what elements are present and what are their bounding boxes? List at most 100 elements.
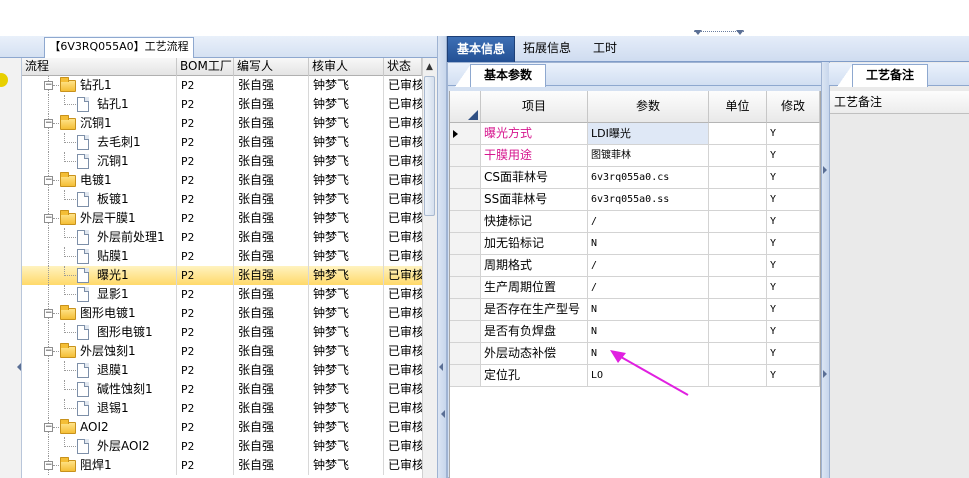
row-indicator[interactable] — [450, 167, 481, 189]
collapse-arrow-icon[interactable] — [439, 363, 443, 371]
param-modify-cell[interactable]: Y — [767, 211, 820, 233]
row-indicator[interactable] — [450, 321, 481, 343]
param-modify-cell[interactable]: Y — [767, 123, 820, 145]
tree-row[interactable]: 曝光1 P2 张自强 钟梦飞 已审核 — [22, 266, 422, 285]
param-unit-cell[interactable] — [709, 211, 767, 233]
tree-row[interactable]: − AOI2 P2 张自强 钟梦飞 已审核 — [22, 418, 422, 437]
param-unit-cell[interactable] — [709, 343, 767, 365]
params-row[interactable]: 干膜用途 图镀菲林 Y — [450, 145, 820, 167]
param-unit-cell[interactable] — [709, 233, 767, 255]
param-value-cell[interactable]: / — [588, 277, 709, 299]
tab-basic-info[interactable]: 基本信息 — [447, 36, 515, 64]
param-modify-cell[interactable]: Y — [767, 189, 820, 211]
tab-basic-params[interactable]: 基本参数 — [470, 64, 546, 87]
param-value-cell[interactable]: N — [588, 299, 709, 321]
params-row[interactable]: 是否有负焊盘 N Y — [450, 321, 820, 343]
param-value-cell[interactable]: N — [588, 321, 709, 343]
tree-row[interactable]: 退锡1 P2 张自强 钟梦飞 已审核 — [22, 399, 422, 418]
param-unit-cell[interactable] — [709, 167, 767, 189]
collapse-arrow-icon[interactable] — [823, 166, 827, 174]
param-unit-cell[interactable] — [709, 189, 767, 211]
row-indicator[interactable] — [450, 211, 481, 233]
tree-row[interactable]: 碱性蚀刻1 P2 张自强 钟梦飞 已审核 — [22, 380, 422, 399]
row-indicator[interactable] — [450, 123, 481, 145]
row-indicator[interactable] — [450, 299, 481, 321]
tree-row[interactable]: − 电镀1 P2 张自强 钟梦飞 已审核 — [22, 171, 422, 190]
param-unit-cell[interactable] — [709, 299, 767, 321]
param-unit-cell[interactable] — [709, 365, 767, 387]
param-value-cell[interactable]: / — [588, 211, 709, 233]
params-row[interactable]: CS面菲林号 6v3rq055a0.cs Y — [450, 167, 820, 189]
row-indicator[interactable] — [450, 189, 481, 211]
tree-node[interactable]: 沉铜1 — [22, 152, 177, 171]
collapse-toggle-icon[interactable]: − — [44, 81, 53, 90]
column-header-bom[interactable]: BOM工厂 — [177, 58, 234, 76]
collapse-arrow-icon[interactable] — [736, 30, 744, 35]
collapse-toggle-icon[interactable]: − — [44, 309, 53, 318]
column-header-modify[interactable]: 修改 — [767, 91, 820, 123]
params-row[interactable]: 加无铅标记 N Y — [450, 233, 820, 255]
column-header-flow[interactable]: 流程 — [22, 58, 177, 76]
tree-node[interactable]: 外层AOI2 — [22, 437, 177, 456]
row-indicator[interactable] — [450, 277, 481, 299]
param-unit-cell[interactable] — [709, 321, 767, 343]
param-modify-cell[interactable]: Y — [767, 277, 820, 299]
tree-row[interactable]: − 外层干膜1 P2 张自强 钟梦飞 已审核 — [22, 209, 422, 228]
param-value-cell[interactable]: 6v3rq055a0.ss — [588, 189, 709, 211]
param-value-cell[interactable]: N — [588, 233, 709, 255]
param-unit-cell[interactable] — [709, 277, 767, 299]
tree-row[interactable]: 外层AOI2 P2 张自强 钟梦飞 已审核 — [22, 437, 422, 456]
collapse-arrow-icon[interactable] — [441, 410, 445, 418]
tree-row[interactable]: 外层前处理1 P2 张自强 钟梦飞 已审核 — [22, 228, 422, 247]
tree-node[interactable]: − 沉铜1 — [22, 114, 177, 133]
tab-extended-info[interactable]: 拓展信息 — [516, 36, 578, 62]
param-modify-cell[interactable]: Y — [767, 145, 820, 167]
param-modify-cell[interactable]: Y — [767, 365, 820, 387]
collapse-toggle-icon[interactable]: − — [44, 423, 53, 432]
tree-row[interactable]: 图形电镀1 P2 张自强 钟梦飞 已审核 — [22, 323, 422, 342]
tree-node[interactable]: − 外层干膜1 — [22, 209, 177, 228]
params-row[interactable]: SS面菲林号 6v3rq055a0.ss Y — [450, 189, 820, 211]
collapse-toggle-icon[interactable]: − — [44, 119, 53, 128]
tree-row[interactable]: − 图形电镀1 P2 张自强 钟梦飞 已审核 — [22, 304, 422, 323]
tree-node[interactable]: 板镀1 — [22, 190, 177, 209]
param-unit-cell[interactable] — [709, 255, 767, 277]
param-modify-cell[interactable]: Y — [767, 255, 820, 277]
tree-node[interactable]: − 钻孔1 — [22, 76, 177, 95]
tree-node[interactable]: 外层前处理1 — [22, 228, 177, 247]
params-row[interactable]: 曝光方式 LDI曝光 Y — [450, 123, 820, 145]
param-value-cell[interactable]: 图镀菲林 — [588, 145, 709, 167]
param-modify-cell[interactable]: Y — [767, 167, 820, 189]
row-indicator[interactable] — [450, 145, 481, 167]
tab-work-hours[interactable]: 工时 — [585, 36, 625, 62]
tree-node[interactable]: 图形电镀1 — [22, 323, 177, 342]
tree-node[interactable]: 显影1 — [22, 285, 177, 304]
tree-row[interactable]: 退膜1 P2 张自强 钟梦飞 已审核 — [22, 361, 422, 380]
collapse-toggle-icon[interactable]: − — [44, 214, 53, 223]
column-header-status[interactable]: 状态 — [384, 58, 422, 76]
tree-node[interactable]: − 图形电镀1 — [22, 304, 177, 323]
row-indicator[interactable] — [450, 255, 481, 277]
tree-node[interactable]: 退膜1 — [22, 361, 177, 380]
tab-process-notes[interactable]: 工艺备注 — [852, 64, 928, 87]
tree-row[interactable]: 去毛刺1 P2 张自强 钟梦飞 已审核 — [22, 133, 422, 152]
collapse-arrow-icon[interactable] — [823, 370, 827, 378]
collapse-arrow-icon[interactable] — [694, 30, 702, 35]
tree-scrollbar-thumb[interactable] — [424, 76, 435, 216]
scroll-up-icon[interactable]: ▲ — [422, 60, 437, 74]
tree-node[interactable]: − 阻焊1 — [22, 456, 177, 475]
tree-node[interactable]: − AOI2 — [22, 418, 177, 437]
param-modify-cell[interactable]: Y — [767, 343, 820, 365]
param-value-cell[interactable]: / — [588, 255, 709, 277]
param-unit-cell[interactable] — [709, 123, 767, 145]
param-unit-cell[interactable] — [709, 145, 767, 167]
tree-row[interactable]: 贴膜1 P2 张自强 钟梦飞 已审核 — [22, 247, 422, 266]
tree-node[interactable]: − 外层蚀刻1 — [22, 342, 177, 361]
param-modify-cell[interactable]: Y — [767, 299, 820, 321]
notes-splitter[interactable] — [821, 62, 829, 478]
params-row[interactable]: 是否存在生产型号 N Y — [450, 299, 820, 321]
collapse-toggle-icon[interactable]: − — [44, 347, 53, 356]
tree-row[interactable]: 板镀1 P2 张自强 钟梦飞 已审核 — [22, 190, 422, 209]
column-header-item[interactable]: 项目 — [481, 91, 588, 123]
row-indicator[interactable] — [450, 233, 481, 255]
